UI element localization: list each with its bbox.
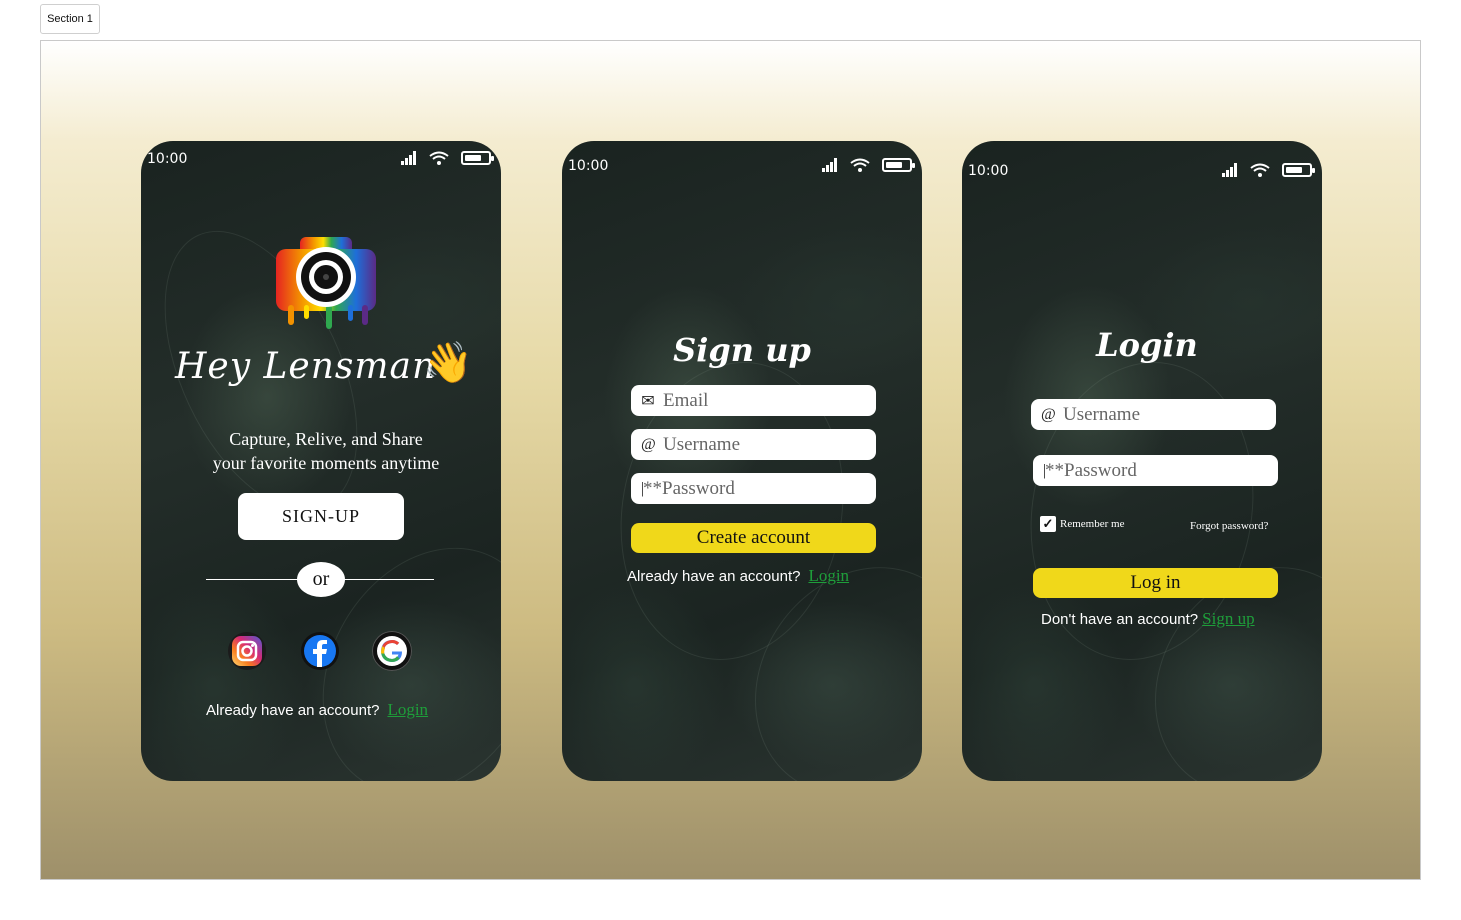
camera-logo-icon: [276, 237, 376, 329]
login-link[interactable]: Login: [387, 700, 428, 719]
battery-icon: [461, 151, 494, 165]
status-bar: 10:00: [962, 163, 1322, 193]
battery-icon: [882, 158, 915, 172]
forgot-password-link[interactable]: Forgot password?: [1190, 520, 1268, 532]
signup-button[interactable]: SIGN-UP: [238, 493, 404, 540]
divider-left: [206, 579, 298, 580]
password-placeholder: **Password: [643, 477, 735, 499]
mail-icon: ✉: [641, 392, 655, 410]
section-label[interactable]: Section 1: [40, 4, 100, 34]
password-field[interactable]: | **Password: [1033, 455, 1278, 486]
wifi-icon: [850, 158, 870, 172]
login-link[interactable]: Login: [808, 566, 849, 585]
email-placeholder: Email: [663, 389, 709, 411]
at-icon: @: [641, 435, 656, 453]
wifi-icon: [1250, 163, 1270, 177]
facebook-icon[interactable]: [300, 631, 340, 671]
status-bar: 10:00: [562, 158, 922, 188]
wave-hand-icon: 👋: [423, 341, 473, 385]
status-time: 10:00: [147, 151, 188, 167]
divider-right: [344, 579, 434, 580]
username-placeholder: Username: [663, 433, 741, 455]
battery-icon: [1282, 163, 1315, 177]
remember-me[interactable]: ✓ Remember me: [1040, 516, 1124, 532]
status-icons: [401, 151, 494, 165]
signup-prompt: Don't have an account? Sign up: [1041, 609, 1255, 629]
google-icon[interactable]: [372, 631, 412, 671]
welcome-screen: 10:00 Hey Lensman 👋 Capture, Relive, and…: [141, 141, 501, 781]
signup-title: Sign up: [673, 331, 811, 369]
login-button[interactable]: Log in: [1033, 568, 1278, 598]
tagline: Capture, Relive, and Share your favorite…: [161, 427, 491, 475]
login-prompt: Already have an account? Login: [206, 700, 428, 720]
status-bar: 10:00: [141, 151, 501, 181]
design-canvas: 10:00 Hey Lensman 👋 Capture, Relive, and…: [40, 40, 1421, 880]
or-separator: or: [297, 562, 345, 597]
account-prompt-text: Already have an account?: [206, 702, 380, 719]
login-prompt: Already have an account? Login: [627, 566, 849, 586]
username-field[interactable]: @ Username: [1031, 399, 1276, 430]
email-field[interactable]: ✉ Email: [631, 385, 876, 416]
username-field[interactable]: @ Username: [631, 429, 876, 460]
account-prompt-text: Don't have an account?: [1041, 611, 1199, 628]
signal-icon: [401, 151, 417, 165]
login-screen: 10:00 Login @ Username | **Password ✓ Re…: [962, 141, 1322, 781]
password-field[interactable]: | **Password: [631, 473, 876, 504]
signal-icon: [822, 158, 838, 172]
remember-checkbox[interactable]: ✓: [1040, 516, 1056, 532]
tagline-line-1: Capture, Relive, and Share: [229, 429, 423, 449]
remember-label: Remember me: [1060, 518, 1125, 530]
status-icons: [822, 158, 915, 172]
at-icon: @: [1041, 405, 1056, 423]
status-icons: [1222, 163, 1315, 177]
create-account-button[interactable]: Create account: [631, 523, 876, 553]
status-time: 10:00: [568, 158, 609, 174]
wifi-icon: [429, 151, 449, 165]
signup-link[interactable]: Sign up: [1202, 609, 1254, 628]
instagram-icon[interactable]: [227, 631, 267, 671]
status-time: 10:00: [968, 163, 1009, 179]
username-placeholder: Username: [1063, 403, 1141, 425]
signup-screen: 10:00 Sign up ✉ Email @ Username | **Pas…: [562, 141, 922, 781]
password-placeholder: **Password: [1045, 459, 1137, 481]
tagline-line-2: your favorite moments anytime: [212, 453, 440, 473]
login-title: Login: [1096, 326, 1198, 364]
account-prompt-text: Already have an account?: [627, 568, 801, 585]
signal-icon: [1222, 163, 1238, 177]
